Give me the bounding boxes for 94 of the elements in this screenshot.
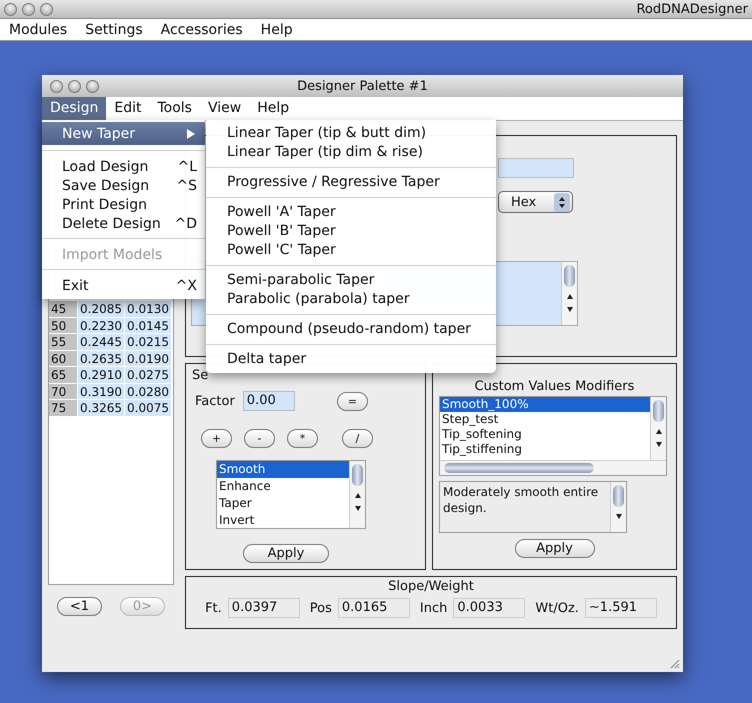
window-control-button[interactable]	[50, 80, 63, 92]
menu-item[interactable]: Print Design	[42, 195, 205, 214]
window-control-button[interactable]	[22, 2, 35, 16]
list-item[interactable]: Taper	[217, 495, 349, 512]
operator-button[interactable]: +	[201, 429, 232, 448]
factor-label: Factor	[195, 394, 235, 408]
menu-item[interactable]: Edit	[106, 97, 150, 120]
table-cell: 65	[49, 367, 78, 384]
table-cell: 0.0075	[125, 400, 172, 416]
value-field: ~1.591	[584, 598, 657, 618]
menu-item[interactable]: View	[200, 97, 250, 120]
table-cell: 0.2910	[78, 367, 125, 384]
field-label: Inch	[420, 600, 448, 616]
operator-button[interactable]: -	[244, 429, 275, 448]
scrollbar[interactable]	[349, 461, 365, 528]
value-field: 0.0165	[338, 598, 410, 618]
field-label: Wt/Oz.	[535, 600, 579, 616]
table-cell: 60	[49, 350, 78, 367]
name-field[interactable]	[498, 158, 574, 178]
apply-button[interactable]: Apply	[243, 544, 329, 563]
menu-item[interactable]: Tools	[149, 97, 200, 120]
page-button[interactable]: <1	[56, 597, 102, 616]
panel-title: Slope/Weight	[388, 579, 474, 594]
menu-item[interactable]: Linear Taper (tip dim & rise)	[206, 143, 496, 162]
table-cell: 0.2635	[78, 350, 125, 367]
operator-button[interactable]: *	[287, 429, 318, 448]
table-cell: 70	[49, 384, 78, 400]
table-cell: 0.0130	[125, 301, 172, 318]
table-cell: 55	[49, 334, 78, 350]
value-field: 0.0397	[228, 598, 300, 618]
window-control-button[interactable]	[68, 80, 81, 92]
menu-item[interactable]: Modules	[9, 22, 68, 38]
menu-item[interactable]: Powell 'A' Taper	[206, 203, 496, 222]
window-control-button[interactable]	[40, 2, 53, 16]
table-cell: 0.2085	[78, 301, 125, 318]
table-cell: 0.3265	[78, 400, 125, 416]
scrollbar[interactable]	[650, 397, 666, 460]
scrollbar[interactable]	[610, 482, 626, 532]
menu-item[interactable]: Delta taper	[206, 350, 496, 369]
resize-grip-icon[interactable]	[668, 657, 680, 669]
list-item[interactable]: Tip_stiffening	[440, 442, 650, 457]
table-cell: 0.0280	[125, 384, 172, 400]
menu-item[interactable]: Powell 'B' Taper	[206, 222, 496, 241]
menu-item[interactable]: Save Design ^S	[42, 176, 205, 195]
list-item[interactable]: Smooth_100%	[440, 397, 650, 412]
panel-title: Custom Values Modifiers	[474, 379, 634, 394]
operator-button[interactable]: /	[342, 429, 373, 448]
app-title: RodDNADesigner	[636, 2, 748, 16]
unit-dropdown[interactable]: Hex	[498, 191, 573, 213]
menu-item[interactable]: New Taper	[42, 122, 205, 145]
menu-item[interactable]: Compound (pseudo-random) taper	[206, 320, 496, 339]
menu-item[interactable]: Delete Design ^D	[42, 214, 205, 233]
submenu-arrow-icon	[187, 128, 195, 138]
table-cell: 45	[49, 301, 78, 318]
menu-item[interactable]: Accessories	[160, 22, 243, 38]
field-label: Pos	[310, 600, 332, 616]
menu-item[interactable]: Semi-parabolic Taper	[206, 271, 496, 290]
window-title: Designer Palette #1	[297, 78, 428, 94]
apply-button[interactable]: Apply	[514, 539, 594, 558]
menu-item[interactable]: Parabolic (parabola) taper	[206, 290, 496, 309]
menu-item[interactable]: Powell 'C' Taper	[206, 241, 496, 260]
menu-item[interactable]: Settings	[85, 22, 143, 38]
menu-item[interactable]: Linear Taper (tip & butt dim)	[206, 124, 496, 143]
table-cell: 75	[49, 400, 78, 416]
field-label: Ft.	[205, 600, 222, 616]
scrollbar[interactable]	[440, 460, 666, 475]
menu-item[interactable]: Load Design ^L	[42, 157, 205, 176]
menu-item[interactable]: Help	[260, 22, 293, 38]
menu-item[interactable]: Progressive / Regressive Taper	[206, 173, 496, 192]
table-cell: 0.0190	[125, 350, 172, 367]
description-text: Moderately smooth entire design.	[442, 484, 600, 517]
table-cell: 0.0145	[125, 318, 172, 334]
list-item[interactable]: Smooth	[217, 461, 349, 478]
panel-title: Se	[192, 368, 210, 383]
value-field: 0.0033	[453, 598, 526, 618]
stepper-icon	[554, 192, 570, 212]
list-item[interactable]: Enhance	[217, 478, 349, 495]
scrollbar[interactable]	[561, 262, 577, 325]
table-cell: 50	[49, 318, 78, 334]
factor-field[interactable]: 0.00	[242, 391, 295, 411]
table-cell: 0.3190	[78, 384, 125, 400]
table-cell: 0.0215	[125, 334, 172, 350]
list-item[interactable]: Tip_softening	[440, 427, 650, 442]
menu-item[interactable]: Design	[42, 97, 106, 120]
window-control-button[interactable]	[86, 80, 99, 92]
equals-button[interactable]: =	[336, 392, 368, 410]
table-cell: 0.2230	[78, 318, 125, 334]
table-cell: 0.2445	[78, 334, 125, 350]
window-control-button[interactable]	[4, 2, 17, 16]
menu-item[interactable]: Help	[249, 97, 298, 120]
table-cell: 0.0275	[125, 367, 172, 384]
list-item[interactable]: Step_test	[440, 412, 650, 427]
list-item[interactable]: Invert	[217, 512, 349, 529]
menu-item[interactable]: Exit ^X	[42, 276, 205, 295]
